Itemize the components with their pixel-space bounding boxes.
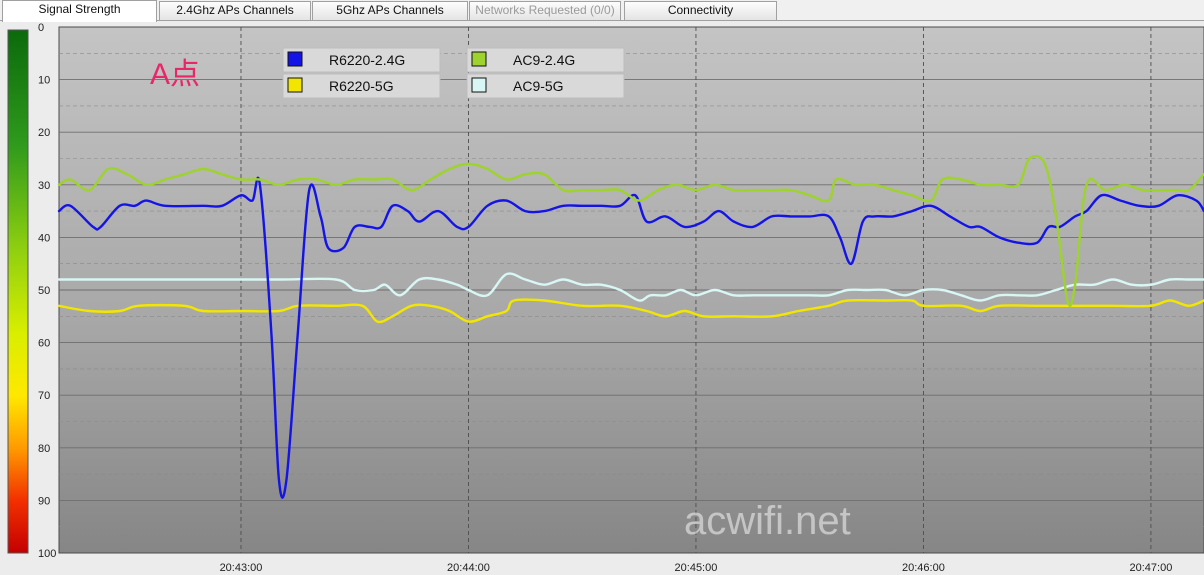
tab-signal-strength[interactable]: Signal Strength xyxy=(2,0,157,22)
x-tick-label: 20:47:00 xyxy=(1130,562,1173,574)
y-tick-label: 0 xyxy=(38,22,44,34)
y-tick-label: 40 xyxy=(38,232,50,244)
legend-label: AC9-2.4G xyxy=(513,52,575,68)
y-tick-label: 60 xyxy=(38,338,50,350)
legend-item: R6220-2.4G xyxy=(282,47,441,73)
legend-swatch xyxy=(471,51,487,67)
y-tick-label: 50 xyxy=(38,285,50,297)
y-tick-label: 30 xyxy=(38,180,50,192)
x-tick-label: 20:44:00 xyxy=(447,562,490,574)
color-scale-bar xyxy=(7,29,29,554)
legend-swatch xyxy=(471,77,487,93)
x-tick-label: 20:45:00 xyxy=(675,562,718,574)
x-tick-label: 20:46:00 xyxy=(902,562,945,574)
legend-label: AC9-5G xyxy=(513,78,564,94)
tab-connectivity[interactable]: Connectivity xyxy=(624,1,777,20)
tab-2-4ghz-aps-channels[interactable]: 2.4Ghz APs Channels xyxy=(159,1,311,20)
watermark: acwifi.net xyxy=(684,499,851,543)
y-tick-label: 20 xyxy=(38,127,50,139)
legend-item: AC9-5G xyxy=(466,73,625,99)
y-tick-label: 100 xyxy=(38,548,56,560)
tab-networks-requested-0-0[interactable]: Networks Requested (0/0) xyxy=(469,1,621,20)
y-tick-label: 10 xyxy=(38,75,50,87)
legend-swatch xyxy=(287,77,303,93)
annotation-label: A点 xyxy=(150,58,200,91)
legend-label: R6220-5G xyxy=(329,78,394,94)
legend-item: R6220-5G xyxy=(282,73,441,99)
y-tick-label: 90 xyxy=(38,495,50,507)
y-tick-label: 70 xyxy=(38,390,50,402)
legend-label: R6220-2.4G xyxy=(329,52,405,68)
signal-strength-chart: 0 10 20 30 40 50 60 70 80 90 100 20:43:00 20:44:00 2… xyxy=(0,22,1204,575)
x-tick-label: 20:43:00 xyxy=(220,562,263,574)
tab-bar: Signal Strength 2.4Ghz APs Channels 5Ghz A… xyxy=(0,0,1204,22)
legend-swatch xyxy=(287,51,303,67)
signal-strength-panel: 0 10 20 30 40 50 60 70 80 90 100 20:43:00 20:44:00 2… xyxy=(0,22,1204,575)
legend-item: AC9-2.4G xyxy=(466,47,625,73)
tab-5ghz-aps-channels[interactable]: 5Ghz APs Channels xyxy=(312,1,468,20)
y-tick-label: 80 xyxy=(38,443,50,455)
